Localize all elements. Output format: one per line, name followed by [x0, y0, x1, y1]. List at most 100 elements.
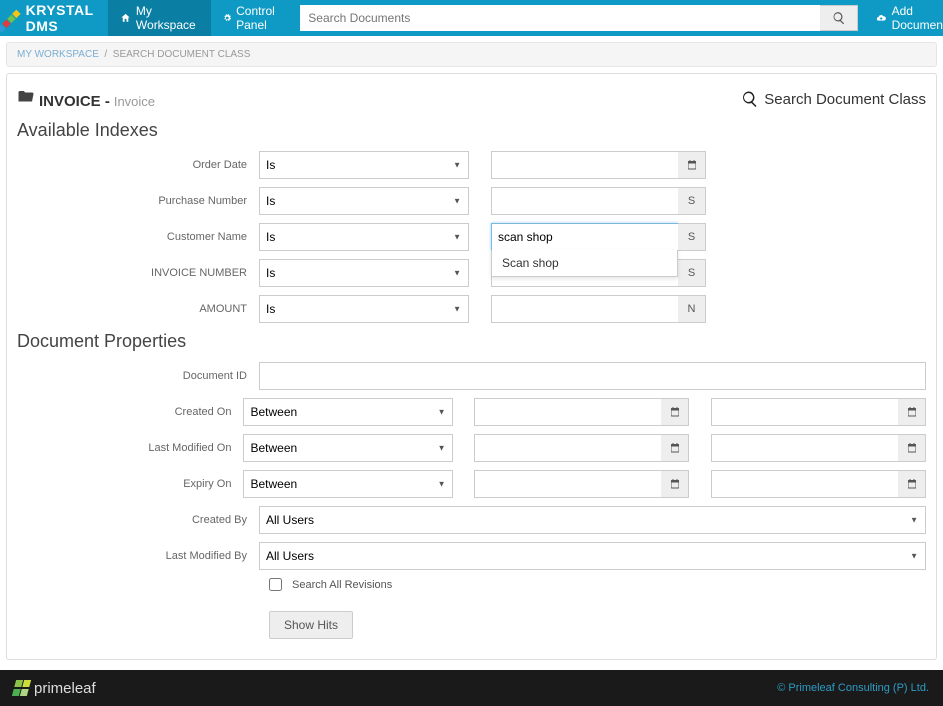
- row-customer-name: Customer Name Is S Scan shop: [17, 223, 926, 251]
- primeleaf-logo-icon: [12, 680, 32, 696]
- breadcrumb-home[interactable]: MY WORKSPACE: [17, 49, 99, 60]
- calendar-addon[interactable]: [898, 470, 926, 498]
- search-button[interactable]: [820, 5, 858, 31]
- global-search: [300, 5, 858, 31]
- calendar-icon: [669, 478, 681, 490]
- breadcrumb-current: SEARCH DOCUMENT CLASS: [113, 49, 251, 60]
- search-icon: [741, 90, 759, 108]
- modified-on-to[interactable]: [711, 434, 898, 462]
- home-icon: [120, 11, 131, 25]
- label-purchase-number: Purchase Number: [17, 195, 259, 207]
- calendar-icon: [686, 159, 698, 171]
- row-purchase-number: Purchase Number Is S: [17, 187, 926, 215]
- label-amount: AMOUNT: [17, 303, 259, 315]
- type-addon: S: [678, 187, 706, 215]
- op-modified-on[interactable]: Between: [243, 434, 453, 462]
- row-invoice-number: INVOICE NUMBER Is S: [17, 259, 926, 287]
- label-search-revisions: Search All Revisions: [292, 579, 392, 591]
- op-order-date[interactable]: Is: [259, 151, 469, 179]
- calendar-addon[interactable]: [898, 398, 926, 426]
- calendar-icon: [906, 442, 918, 454]
- modified-on-from[interactable]: [474, 434, 661, 462]
- search-input[interactable]: [300, 5, 820, 31]
- add-doc-label: Add Document: [892, 4, 943, 32]
- label-order-date: Order Date: [17, 159, 259, 171]
- expiry-on-to[interactable]: [711, 470, 898, 498]
- row-expiry-on: Expiry On Between: [17, 470, 926, 498]
- nav-label: Control Panel: [236, 4, 280, 32]
- created-on-from[interactable]: [474, 398, 661, 426]
- checkbox-search-revisions[interactable]: [269, 578, 282, 591]
- calendar-addon[interactable]: [898, 434, 926, 462]
- value-customer-name[interactable]: [491, 223, 678, 251]
- op-purchase-number[interactable]: Is: [259, 187, 469, 215]
- footer: primeleaf © Primeleaf Consulting (P) Ltd…: [0, 670, 943, 706]
- op-invoice-number[interactable]: Is: [259, 259, 469, 287]
- row-search-revisions: Search All Revisions: [269, 578, 926, 591]
- select-modified-by[interactable]: All Users: [259, 542, 926, 570]
- value-purchase-number[interactable]: [491, 187, 678, 215]
- value-amount[interactable]: [491, 295, 678, 323]
- label-created-on: Created On: [17, 406, 243, 418]
- add-document-button[interactable]: Add Document: [866, 0, 943, 36]
- gears-icon: [223, 11, 232, 25]
- nav-control-panel[interactable]: Control Panel: [211, 0, 293, 36]
- created-on-to[interactable]: [711, 398, 898, 426]
- main-panel: INVOICE - Invoice Search Document Class …: [6, 73, 937, 660]
- type-addon: S: [678, 223, 706, 251]
- row-order-date: Order Date Is: [17, 151, 926, 179]
- nav-label: My Workspace: [136, 4, 199, 32]
- autocomplete-suggestion[interactable]: Scan shop: [491, 250, 678, 277]
- search-icon: [832, 11, 846, 25]
- breadcrumb: MY WORKSPACE / SEARCH DOCUMENT CLASS: [6, 42, 937, 67]
- row-modified-by: Last Modified By All Users: [17, 542, 926, 570]
- value-doc-id[interactable]: [259, 362, 926, 390]
- row-created-by: Created By All Users: [17, 506, 926, 534]
- row-doc-id: Document ID: [17, 362, 926, 390]
- row-amount: AMOUNT Is N: [17, 295, 926, 323]
- op-customer-name[interactable]: Is: [259, 223, 469, 251]
- label-modified-on: Last Modified On: [17, 442, 243, 454]
- brand: KRYSTAL DMS: [0, 0, 108, 36]
- calendar-addon[interactable]: [661, 470, 689, 498]
- search-class-label: Search Document Class: [764, 91, 926, 108]
- search-class-link[interactable]: Search Document Class: [741, 90, 926, 108]
- op-expiry-on[interactable]: Between: [243, 470, 453, 498]
- show-hits-button[interactable]: Show Hits: [269, 611, 353, 639]
- top-nav: KRYSTAL DMS My Workspace Control Panel A…: [0, 0, 943, 36]
- footer-copyright: © Primeleaf Consulting (P) Ltd.: [777, 682, 929, 694]
- calendar-addon[interactable]: [678, 151, 706, 179]
- footer-brand-text: primeleaf: [34, 680, 96, 697]
- value-order-date[interactable]: [491, 151, 678, 179]
- op-created-on[interactable]: Between: [243, 398, 453, 426]
- brand-text: KRYSTAL DMS: [26, 2, 98, 34]
- calendar-icon: [669, 442, 681, 454]
- row-modified-on: Last Modified On Between: [17, 434, 926, 462]
- calendar-icon: [906, 406, 918, 418]
- page-title: INVOICE -: [39, 93, 110, 110]
- label-invoice-number: INVOICE NUMBER: [17, 267, 259, 279]
- folder-open-icon: [17, 88, 35, 106]
- brand-logo-icon: [6, 10, 23, 27]
- panel-header: INVOICE - Invoice Search Document Class: [17, 88, 926, 110]
- label-created-by: Created By: [17, 514, 259, 526]
- section-props-title: Document Properties: [17, 331, 926, 352]
- row-created-on: Created On Between: [17, 398, 926, 426]
- label-customer-name: Customer Name: [17, 231, 259, 243]
- select-created-by[interactable]: All Users: [259, 506, 926, 534]
- label-doc-id: Document ID: [17, 370, 259, 382]
- footer-brand: primeleaf: [14, 680, 96, 697]
- type-addon: N: [678, 295, 706, 323]
- nav-my-workspace[interactable]: My Workspace: [108, 0, 211, 36]
- label-expiry-on: Expiry On: [17, 478, 243, 490]
- section-indexes-title: Available Indexes: [17, 120, 926, 141]
- cloud-upload-icon: [876, 11, 886, 25]
- calendar-icon: [669, 406, 681, 418]
- calendar-addon[interactable]: [661, 398, 689, 426]
- op-amount[interactable]: Is: [259, 295, 469, 323]
- calendar-addon[interactable]: [661, 434, 689, 462]
- expiry-on-from[interactable]: [474, 470, 661, 498]
- label-modified-by: Last Modified By: [17, 550, 259, 562]
- type-addon: S: [678, 259, 706, 287]
- calendar-icon: [906, 478, 918, 490]
